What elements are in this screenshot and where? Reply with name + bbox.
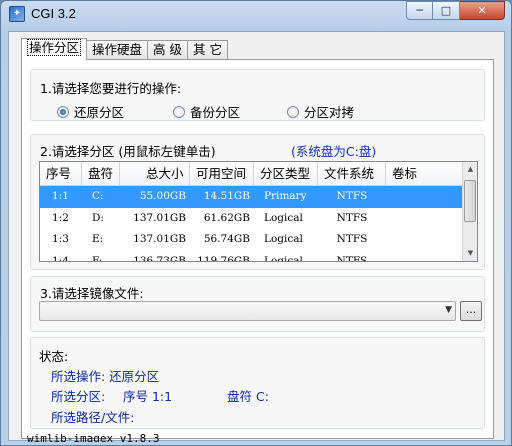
partition-list[interactable]: 序号 盘符 总大小 可用空间 分区类型 文件系统 卷标 1:1 C: 55.00… [39,161,478,262]
column-header-fs[interactable]: 文件系统 [318,162,386,186]
maximize-button[interactable]: □ [433,1,460,20]
image-group: 3.请选择镜像文件: ▼ ... [30,276,485,332]
radio-label: 分区对拷 [304,105,355,120]
cell-free: 56.74GB [203,233,250,245]
system-disk-note: (系统盘为C:盘) [291,144,377,159]
radio-label: 备份分区 [190,105,241,120]
status-path: 所选路径/文件: [51,410,135,425]
cell-type: Logical [264,254,303,262]
tab-partition-ops[interactable]: 操作分区 [21,38,88,60]
image-title: 3.请选择镜像文件: [40,286,144,301]
cell-no: 1:3 [52,233,69,245]
radio-backup[interactable]: 备份分区 [173,102,240,121]
dropdown-arrow-icon[interactable]: ▼ [445,305,452,315]
cell-type: Logical [264,211,303,224]
status-partition-prefix: 所选分区: [51,389,106,404]
cell-drive: C: [92,190,104,202]
cell-fs: NTFS [336,211,368,224]
tab-other[interactable]: 其 它 [188,40,228,60]
status-group: 状态: 所选操作: 还原分区 所选分区: 序号 1:1 盘符 C: 所选路径/文… [30,337,485,429]
window-title: CGI 3.2 [31,6,76,21]
partition-title: 2.请选择分区 (用鼠标左键单击) [40,144,216,159]
cell-type: Primary [264,190,307,202]
status-operation: 所选操作: 还原分区 [51,369,160,384]
tab-panel: 1.请选择您要进行的操作: 还原分区 备份分区 分区对拷 2.请选择分区 (用鼠… [21,59,494,439]
list-header: 序号 盘符 总大小 可用空间 分区类型 文件系统 卷标 [40,162,464,186]
operation-title: 1.请选择您要进行的操作: [40,81,182,96]
cell-label [386,251,426,262]
cell-drive: E: [92,233,104,245]
table-row[interactable]: 1:1 C: 55.00GB 14.51GB Primary NTFS [40,186,464,208]
radio-label: 还原分区 [74,105,125,120]
status-partition-drive: 盘符 C: [227,389,269,404]
column-header-free[interactable]: 可用空间 [190,162,254,186]
client-area: 操作分区 操作硬盘 高 级 其 它 1.请选择您要进行的操作: 还原分区 备份分… [8,31,506,442]
cell-total: 137.01GB [133,211,186,224]
tab-advanced[interactable]: 高 级 [148,40,189,60]
table-row[interactable]: 1:3 E: 137.01GB 56.74GB Logical NTFS [40,229,464,251]
table-row[interactable]: 1:2 D: 137.01GB 61.62GB Logical NTFS [40,208,464,230]
column-header-type[interactable]: 分区类型 [254,162,318,186]
scroll-thumb[interactable] [464,180,476,222]
cell-label [386,229,426,251]
cell-free: 61.62GB [203,211,250,224]
table-row[interactable]: 1:4 F: 136.73GB 119.76GB Logical NTFS [40,251,464,262]
operation-group: 1.请选择您要进行的操作: 还原分区 备份分区 分区对拷 [30,69,485,121]
radio-unchecked-icon [287,105,299,118]
scroll-down-icon[interactable]: ▼ [463,246,477,261]
list-rows: 1:1 C: 55.00GB 14.51GB Primary NTFS 1:2 … [40,186,464,262]
cell-label [386,208,426,230]
status-bar-text: wimlib-imagex v1.8.3 [27,432,160,442]
tab-disk-ops[interactable]: 操作硬盘 [87,40,149,60]
cell-fs: NTFS [336,233,368,245]
cell-fs: NTFS [336,190,368,202]
cell-type: Logical [264,233,303,245]
cell-drive: D: [92,211,104,224]
cell-fs: NTFS [336,254,368,262]
cell-total: 55.00GB [139,190,186,202]
radio-unchecked-icon [173,105,185,118]
scroll-up-icon[interactable]: ▲ [463,162,477,177]
minimize-button[interactable]: ─ [406,1,433,20]
cell-free: 119.76GB [197,254,250,262]
caption-buttons: ─ □ ✕ [406,1,505,20]
cell-no: 1:2 [52,211,69,224]
column-header-drive[interactable]: 盘符 [82,162,120,186]
column-header-no[interactable]: 序号 [40,162,82,186]
cell-label [386,186,426,208]
cell-no: 1:4 [52,254,69,262]
cell-drive: F: [92,254,103,262]
cell-total: 136.73GB [133,254,186,262]
close-button[interactable]: ✕ [460,1,505,20]
radio-restore[interactable]: 还原分区 [57,102,124,121]
cell-no: 1:1 [52,190,69,202]
cell-free: 14.51GB [203,190,250,202]
app-icon: ✦ [9,6,25,22]
browse-button[interactable]: ... [460,301,482,321]
partition-group: 2.请选择分区 (用鼠标左键单击) (系统盘为C:盘) 序号 盘符 总大小 可用… [30,134,485,270]
tab-label: 操作分区 [27,39,82,56]
title-bar[interactable]: ✦ CGI 3.2 ─ □ ✕ [1,1,511,27]
cell-total: 137.01GB [133,233,186,245]
column-header-label[interactable]: 卷标 [386,162,464,186]
list-scrollbar[interactable]: ▲ ▼ [462,162,477,261]
app-window: ✦ CGI 3.2 ─ □ ✕ 操作分区 操作硬盘 高 级 其 它 1.请选择您… [0,0,512,446]
radio-clone[interactable]: 分区对拷 [287,102,354,121]
radio-checked-icon [57,105,69,118]
image-file-combo[interactable]: ▼ [39,301,456,321]
status-title: 状态: [39,349,69,364]
status-bar: wimlib-imagex v1.8.3 [9,432,506,442]
column-header-total[interactable]: 总大小 [120,162,190,186]
status-partition-no: 序号 1:1 [123,389,173,404]
tab-strip: 操作分区 操作硬盘 高 级 其 它 [21,38,228,60]
